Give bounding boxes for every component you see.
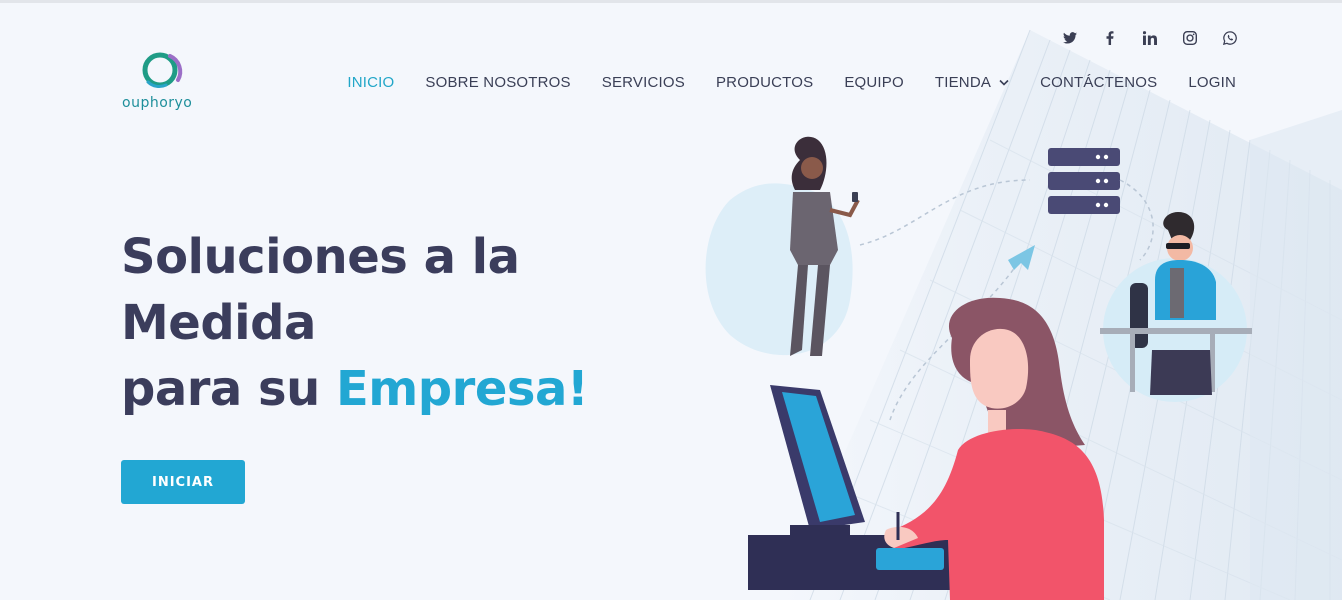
logo-wordmark: ouphoryo bbox=[122, 95, 193, 111]
hero-illustration bbox=[705, 136, 1252, 600]
nav-item-contactenos[interactable]: CONTÁCTENOS bbox=[1040, 74, 1157, 91]
nav-item-label: PRODUCTOS bbox=[715, 74, 814, 91]
iniciar-button[interactable]: INICIAR bbox=[121, 460, 245, 504]
hero-line-3: para su Empresa! bbox=[121, 356, 589, 422]
server-stack-graphic bbox=[1048, 148, 1120, 214]
nav-item-label: CONTÁCTENOS bbox=[1040, 74, 1158, 91]
main-nav: INICIO SOBRE NOSOTROS SERVICIOS PRODUCTO… bbox=[347, 74, 1236, 91]
top-border bbox=[0, 0, 1342, 3]
hero-line-3-prefix: para su bbox=[121, 361, 336, 417]
nav-item-login[interactable]: LOGIN bbox=[1188, 74, 1236, 91]
nav-item-sobre-nosotros[interactable]: SOBRE NOSOTROS bbox=[425, 74, 570, 91]
linkedin-icon[interactable] bbox=[1140, 28, 1160, 48]
nav-item-tienda[interactable]: TIENDA bbox=[935, 74, 1009, 91]
woman-at-desk-figure bbox=[876, 297, 1104, 600]
chevron-down-icon bbox=[999, 79, 1009, 86]
nav-item-label: INICIO bbox=[347, 74, 395, 91]
nav-item-label: SERVICIOS bbox=[601, 74, 685, 91]
whatsapp-icon[interactable] bbox=[1220, 28, 1240, 48]
hero-line-1: Soluciones a la bbox=[121, 229, 520, 285]
paper-plane-graphic bbox=[1008, 245, 1035, 270]
nav-item-servicios[interactable]: SERVICIOS bbox=[602, 74, 685, 91]
nav-item-inicio[interactable]: INICIO bbox=[347, 74, 394, 91]
nav-item-equipo[interactable]: EQUIPO bbox=[844, 74, 904, 91]
nav-item-productos[interactable]: PRODUCTOS bbox=[716, 74, 813, 91]
nav-item-label: TIENDA bbox=[934, 74, 992, 91]
facebook-icon[interactable] bbox=[1100, 28, 1120, 48]
hero-accent-word: Empresa! bbox=[335, 361, 589, 417]
nav-item-label: SOBRE NOSOTROS bbox=[425, 74, 571, 91]
nav-item-label: LOGIN bbox=[1188, 74, 1236, 91]
nav-item-label: EQUIPO bbox=[844, 74, 904, 91]
twitter-icon[interactable] bbox=[1060, 28, 1080, 48]
social-links bbox=[1060, 28, 1240, 48]
instagram-icon[interactable] bbox=[1180, 28, 1200, 48]
hero-line-2: Medida bbox=[121, 295, 316, 351]
hero-heading: Soluciones a la Medida para su Empresa! bbox=[121, 224, 589, 422]
